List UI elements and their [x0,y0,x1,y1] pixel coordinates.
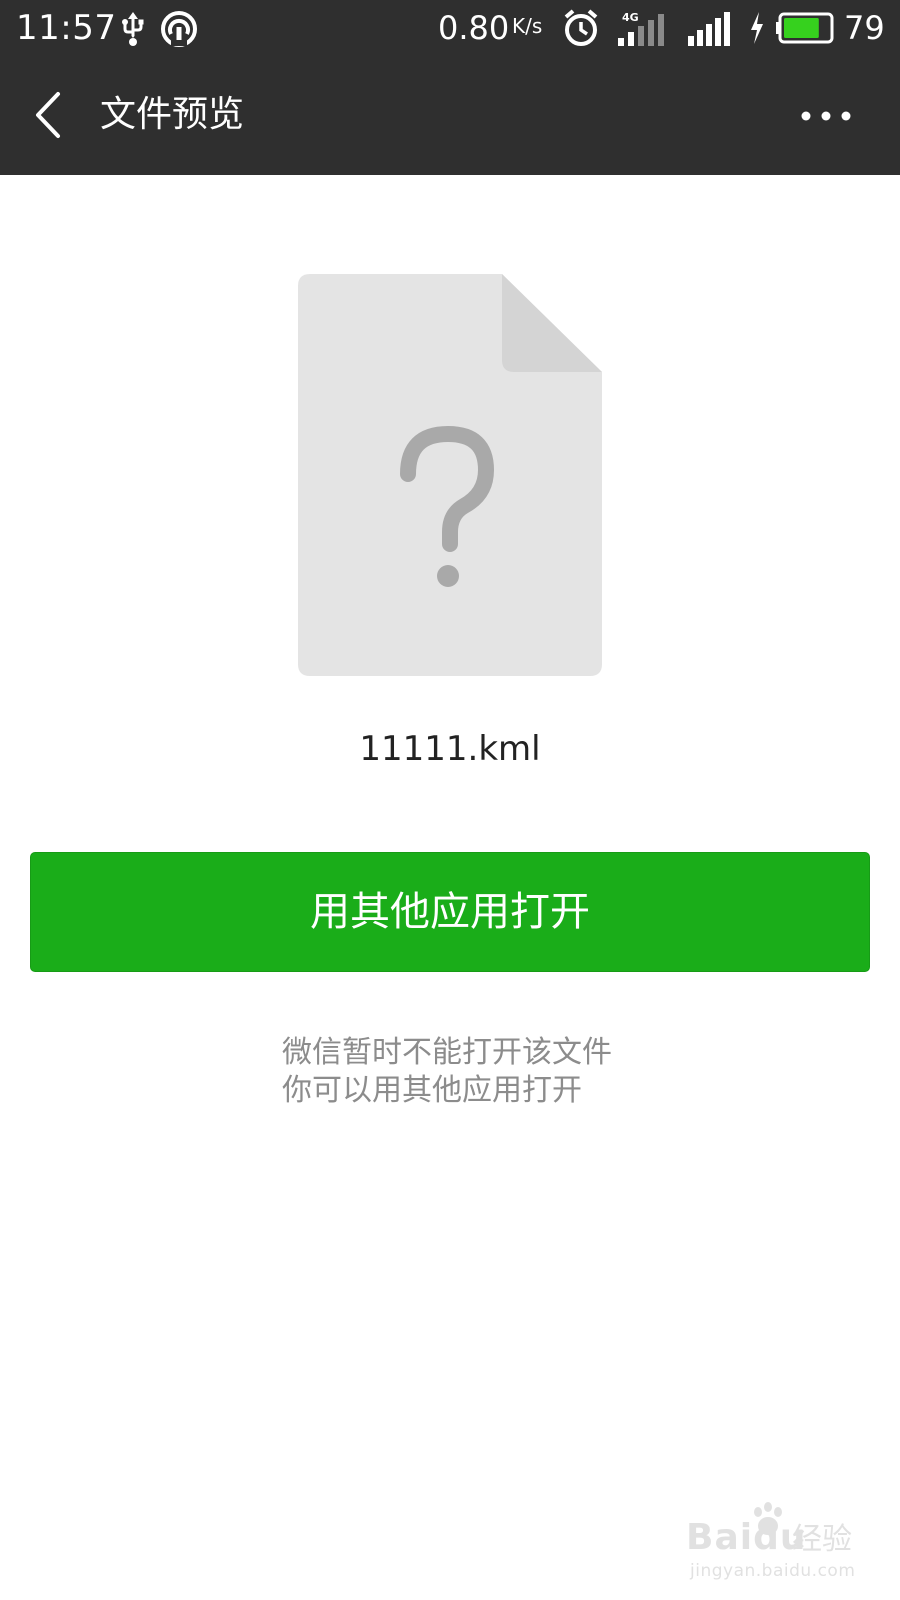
hint-line-2: 你可以用其他应用打开 [282,1073,582,1108]
watermark-url: jingyan.baidu.com [690,1561,856,1581]
open-with-other-app-button[interactable]: 用其他应用打开 [30,852,870,972]
file-name: 11111.kml [359,729,541,769]
status-bar: 11:57 0.80 K/s 4G 79 [0,0,900,56]
more-dots-icon [801,111,851,121]
alarm-icon [564,9,598,46]
watermark: Baidu 经验 jingyan.baidu.com [686,1500,866,1590]
hotspot-icon [161,11,197,47]
top-bar: 11:57 0.80 K/s 4G 79 文件预览 [0,0,900,175]
unknown-file-icon [298,274,602,676]
more-button[interactable] [796,96,856,136]
chevron-left-icon [36,92,60,138]
page-title: 文件预览 [100,94,245,135]
status-time: 11:57 [16,8,117,48]
charging-icon [751,12,763,44]
watermark-brand-cn: 经验 [792,1522,852,1557]
network-type-label: 4G [622,11,639,24]
battery-icon [776,12,834,44]
usb-icon [122,12,144,46]
battery-level: 79 [844,9,885,47]
watermark-brand: Baidu [686,1517,807,1558]
back-button[interactable] [28,88,72,142]
hint-text: 微信暂时不能打开该文件 你可以用其他应用打开 [282,1034,612,1110]
signal-4g-icon: 4G [618,11,664,46]
hint-line-1: 微信暂时不能打开该文件 [282,1035,612,1070]
signal-icon [688,12,730,46]
net-speed-unit: K/s [512,14,543,38]
net-speed: 0.80 [438,9,510,47]
